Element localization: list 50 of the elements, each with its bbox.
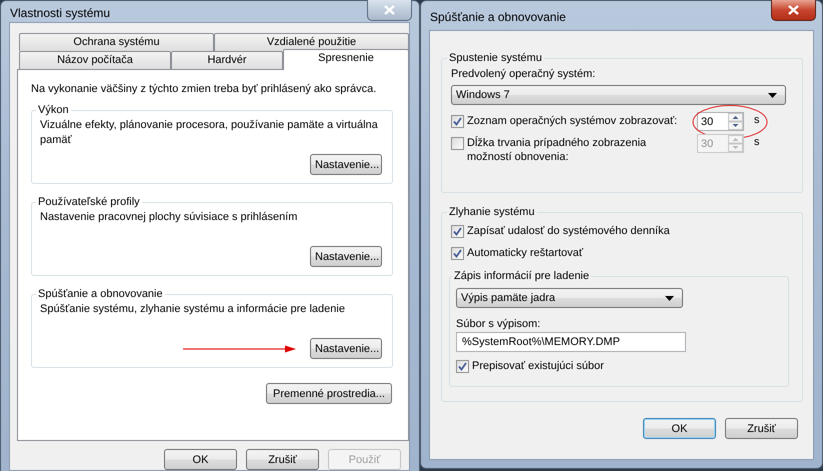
- checkbox-label: Prepisovať existujúci súbor: [472, 359, 604, 374]
- spin-arrows-icon: [728, 135, 743, 152]
- checkbox[interactable]: [451, 247, 464, 260]
- group-title: Spustenie systému: [448, 52, 543, 64]
- close-icon: [384, 5, 395, 15]
- group-title: Spúšťanie a obnovovanie: [37, 288, 164, 300]
- group-title: Používateľské profily: [37, 196, 141, 208]
- button[interactable]: Nastavenie...: [310, 338, 382, 359]
- group-description: Vizuálne efekty, plánovanie procesora, používanie pamäte a virtuálna pamäť: [40, 118, 379, 148]
- number-field[interactable]: 30: [697, 112, 744, 131]
- field-label: Súbor s výpisom:: [456, 318, 542, 330]
- field-label: Predvolený operačný systém:: [451, 68, 596, 80]
- group-description: Spúšťanie systému, zlyhanie systému a informácie pre ladenie: [40, 302, 346, 317]
- spin-arrows-icon: [728, 113, 743, 130]
- checkbox[interactable]: [451, 115, 464, 128]
- window-title: Spúšťanie a obnovovanie: [430, 10, 566, 24]
- close-icon: [788, 5, 799, 15]
- notice-text: Na vykonanie väčšiny z týchto zmien treba byť prihlásený ako správca.: [31, 83, 378, 97]
- group-title: Zlyhanie systému: [448, 206, 536, 218]
- unit-label: s: [754, 114, 760, 126]
- button[interactable]: OK: [643, 418, 716, 439]
- checkbox-label: Zoznam operačných systémov zobrazovať:: [467, 114, 678, 128]
- text-field[interactable]: %SystemRoot%\MEMORY.DMP: [456, 332, 686, 352]
- tab[interactable]: Vzdialené použitie: [214, 33, 409, 51]
- unit-label: s: [754, 136, 760, 148]
- button[interactable]: Nastavenie...: [310, 246, 382, 267]
- button[interactable]: Zrušiť: [725, 418, 798, 439]
- checkbox-label: Automaticky reštartovať: [467, 246, 583, 261]
- close-button[interactable]: [367, 0, 412, 21]
- tab[interactable]: Názov počítača: [19, 51, 171, 69]
- group-description: Nastavenie pracovnej plochy súvisiace s prihlásením: [40, 210, 298, 225]
- button[interactable]: Zrušiť: [246, 449, 319, 470]
- caret-icon: [665, 296, 674, 300]
- caret-icon: [768, 92, 777, 98]
- button[interactable]: Premenné prostredia...: [266, 383, 392, 404]
- group-title: Zápis informácií pre ladenie: [453, 270, 590, 282]
- tab[interactable]: Hardvér: [171, 51, 283, 69]
- group-title: Výkon: [37, 104, 70, 116]
- close-button[interactable]: [771, 0, 816, 21]
- dropdown[interactable]: Windows 7: [451, 85, 786, 105]
- button[interactable]: OK: [164, 449, 237, 470]
- dropdown[interactable]: Výpis pamäte jadra: [456, 288, 683, 308]
- button[interactable]: Nastavenie...: [310, 154, 382, 175]
- window-title: Vlastnosti systému: [10, 6, 110, 20]
- checkbox-label: Zapísať udalosť do systémového denníka: [467, 224, 670, 239]
- checkbox-label: Dĺžka trvania prípadného zobrazenia možností obnovenia:: [467, 136, 648, 164]
- tab[interactable]: Ochrana systému: [19, 33, 214, 51]
- tab[interactable]: Spresnenie: [283, 49, 409, 70]
- checkbox[interactable]: [456, 360, 469, 373]
- checkbox[interactable]: [451, 225, 464, 238]
